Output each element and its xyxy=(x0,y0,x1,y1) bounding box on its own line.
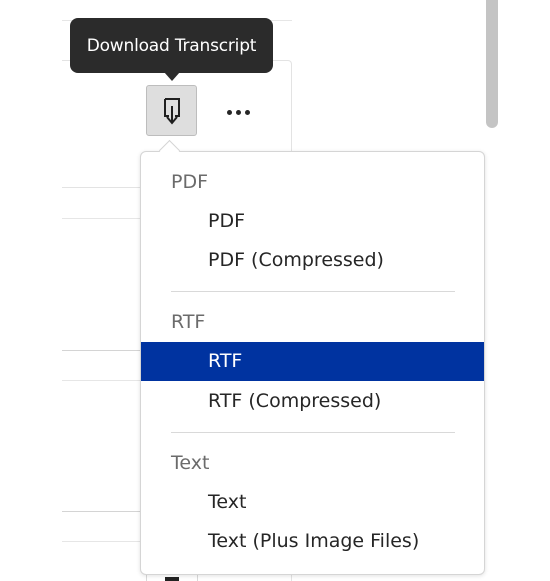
transcript-page: Download Transcript PDF PDF PDF (Compres… xyxy=(0,0,550,581)
menu-item-pdf[interactable]: PDF xyxy=(141,202,484,241)
tooltip-text: Download Transcript xyxy=(86,35,257,56)
background-divider xyxy=(62,218,140,219)
background-divider xyxy=(62,511,140,512)
menu-item-rtf-compressed[interactable]: RTF (Compressed) xyxy=(141,382,484,421)
scrollbar-thumb[interactable] xyxy=(486,0,498,128)
menu-item-text-plus-images[interactable]: Text (Plus Image Files) xyxy=(141,522,484,561)
menu-group-header-text: Text xyxy=(171,452,210,474)
tooltip-arrow xyxy=(164,72,180,81)
download-transcript-button[interactable] xyxy=(146,85,197,136)
more-options-button[interactable] xyxy=(215,93,261,131)
menu-divider xyxy=(171,432,455,433)
background-divider xyxy=(62,541,140,542)
download-format-menu: PDF PDF PDF (Compressed) RTF RTF RTF (Co… xyxy=(140,151,485,575)
menu-item-rtf[interactable]: RTF xyxy=(141,342,484,381)
menu-divider xyxy=(171,291,455,292)
menu-item-pdf-compressed[interactable]: PDF (Compressed) xyxy=(141,241,484,280)
menu-group-header-rtf: RTF xyxy=(171,311,206,333)
download-icon xyxy=(163,97,180,125)
download-transcript-tooltip: Download Transcript xyxy=(70,18,273,73)
background-divider xyxy=(62,350,140,351)
background-divider xyxy=(62,380,140,381)
menu-item-text[interactable]: Text xyxy=(141,483,484,522)
menu-group-header-pdf: PDF xyxy=(171,171,209,193)
more-horizontal-icon xyxy=(225,109,252,115)
